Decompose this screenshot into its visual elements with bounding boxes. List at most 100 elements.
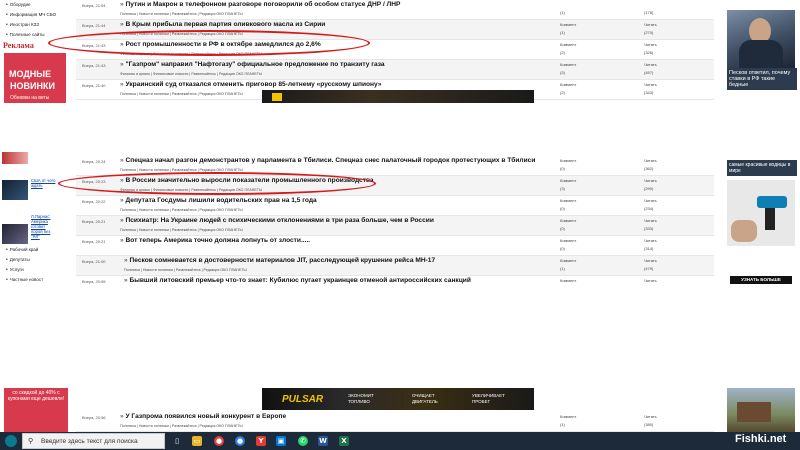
comments-label: Коммент [560,238,577,243]
sidebar-item[interactable]: Услуги [0,265,72,275]
excel-icon[interactable]: X [339,436,349,446]
news-time: Вчера, 20:21 [82,239,106,244]
browser-icon[interactable]: ● [235,436,245,446]
sidebar-thumb-3[interactable] [2,224,28,244]
news-title-link[interactable]: Украинский суд отказался отменить пригов… [120,81,382,88]
reads-label: Читать [644,82,657,87]
news-title-link[interactable]: Спецназ начал разгон демонстрантов у пар… [120,157,536,164]
comments-count: (0) [560,226,565,231]
news-time: Вчера, 20:56 [82,415,106,420]
news-categories[interactable]: Политика | Новости политики | Развлекайт… [124,268,247,272]
right-ad-photo[interactable] [727,10,795,68]
sidebar-item[interactable]: Депутаты [0,255,72,265]
comments-count: (3) [560,186,565,191]
banner-line2: НОВИНКИ [10,81,55,91]
sidebar-item[interactable]: Рабочий край [0,245,72,255]
sidebar-item[interactable]: Оборудие [0,0,75,10]
reads-count: (343) [644,90,654,95]
page-fragment-bottom: со скидкой до 40% с купонами еще дешевле… [0,388,800,432]
news-title-link[interactable]: Бывший литовский премьер что-то знает: К… [124,277,471,284]
comments-label: Коммент [560,82,577,87]
comments-label: Коммент [560,414,577,419]
reads-count: (270) [644,30,654,35]
comments-count: (2) [560,50,565,55]
news-title-link[interactable]: "Газпром" направил "Нафтогазу" официальн… [120,61,385,68]
news-categories[interactable]: Политика | Новости политики | Развлекайт… [120,12,243,16]
pulsar-slogan-2: ОЧИЩАЕТ ДВИГАТЕЛЬ [412,393,438,404]
highlight-circle-middle [58,172,376,195]
reads-label: Читать [644,414,657,419]
reads-count: (333) [644,226,654,231]
word-icon[interactable]: W [318,436,328,446]
comments-label: Коммент [560,158,577,163]
comments-count: (0) [560,166,565,171]
news-categories[interactable]: Финансы и кризис | Финансовые новости | … [120,72,262,76]
comments-count: (1) [560,266,565,271]
drill-body [757,196,787,208]
reads-label: Читать [644,258,657,263]
news-time: Вчера, 21:44 [82,23,106,28]
sidebar-item[interactable]: Частные новост [0,275,72,285]
taskbar-search-placeholder: Введите здесь текст для поиска [41,438,138,445]
task-view-icon[interactable]: ▯ [172,436,182,446]
news-title-link[interactable]: Путин и Макрон в телефонном разговоре по… [120,1,401,8]
news-title-link[interactable]: У Газпрома появился новый конкурент в Ев… [120,413,287,420]
comments-count: (1) [560,422,565,427]
discount-ad[interactable]: со скидкой до 40% с купонами еще дешевле… [4,388,68,432]
start-button[interactable] [5,435,17,447]
drill-handle [765,208,775,230]
news-categories[interactable]: Политика | Новости политики | Развлекайт… [120,92,243,96]
reads-count: (380) [644,422,654,427]
right-ad-column-middle: самые красивые водицы в мире УЗНАТЬ БОЛЬ… [722,150,800,286]
news-time: Вчера, 20:22 [82,199,106,204]
top-banner-strip[interactable] [262,90,534,103]
news-title-link[interactable]: Песков сомневается в достоверности матер… [124,257,436,264]
taskbar-search[interactable]: ⚲ Введите здесь текст для поиска [22,433,165,449]
news-categories[interactable]: Политика | Новости политики | Развлекайт… [120,424,243,428]
person-suit [739,40,783,68]
news-time: Вчера, 21:40 [82,83,106,88]
comments-label: Коммент [560,178,577,183]
comments-count: (3) [560,70,565,75]
page-fragment-top: Оборудие Информация МЧ СБО Иностран КЗЗ … [0,0,800,103]
news-categories[interactable]: Политика | Новости политики | Развлекайт… [120,208,243,212]
right-ad-caption[interactable]: Песков ответил, почему ставки в РФ такие… [727,68,797,90]
sidebar-thumb-1[interactable] [2,152,28,164]
chrome-icon[interactable]: ● [214,436,224,446]
news-title-link[interactable]: В Крым прибыла первая партия оливкового … [120,21,326,28]
pulsar-ad-banner[interactable]: PULSAR ЭКОНОМИТ ТОПЛИВО ОЧИЩАЕТ ДВИГАТЕЛ… [262,388,534,410]
file-explorer-icon[interactable]: ▭ [192,436,202,446]
pulsar-brand: PULSAR [282,394,324,405]
fashion-ad-banner[interactable]: МОДНЫЕ НОВИНКИ Обновки на веты [4,53,66,103]
sidebar-link[interactable]: Л.Парнас: Америка готовит порой без "ЯЛ" [31,214,57,239]
sidebar-thumb-2[interactable] [2,180,28,200]
learn-more-button[interactable]: УЗНАТЬ БОЛЬШЕ [730,276,792,284]
right-ad-house[interactable] [727,388,795,432]
comments-count: (0) [560,206,565,211]
reads-label: Читать [644,178,657,183]
right-ad-caption-middle[interactable]: самые красивые водицы в мире [727,160,797,176]
reads-label: Читать [644,198,657,203]
photos-icon[interactable]: ▣ [276,436,286,446]
news-title-link[interactable]: Вот теперь Америка точно должна лопнуть … [120,237,311,244]
yandex-icon[interactable]: Y [256,436,266,446]
comments-count: (0) [560,246,565,251]
news-categories[interactable]: Политика | Новости политики | Развлекайт… [120,228,243,232]
reads-count: (290) [644,186,654,191]
news-time: Вчера, 20:55 [82,279,106,284]
reads-count: (479) [644,266,654,271]
comments-count: (2) [560,90,565,95]
discount-ad-text: со скидкой до 40% с купонами еще дешевле… [7,390,65,402]
reads-count: (234) [644,206,654,211]
reads-count: (178) [644,10,654,15]
sidebar-item[interactable]: Информация МЧ СБО [0,10,75,20]
news-row: Вчера, 21:43 "Газпром" направил "Нафтогаз… [76,60,714,80]
news-time: Вчера, 20:24 [82,159,106,164]
news-title-link[interactable]: Психиатр: На Украине людей с психическим… [120,217,434,224]
news-time: Вчера, 21:43 [82,63,106,68]
whatsapp-icon[interactable]: ✆ [298,436,308,446]
news-title-link[interactable]: Депутата Госдумы лишили водительских пра… [120,197,317,204]
drill-ad-image[interactable] [727,180,795,246]
sidebar-link[interactable]: США от чего ждать [31,178,57,188]
sidebar-item[interactable]: Иностран КЗЗ [0,20,75,30]
